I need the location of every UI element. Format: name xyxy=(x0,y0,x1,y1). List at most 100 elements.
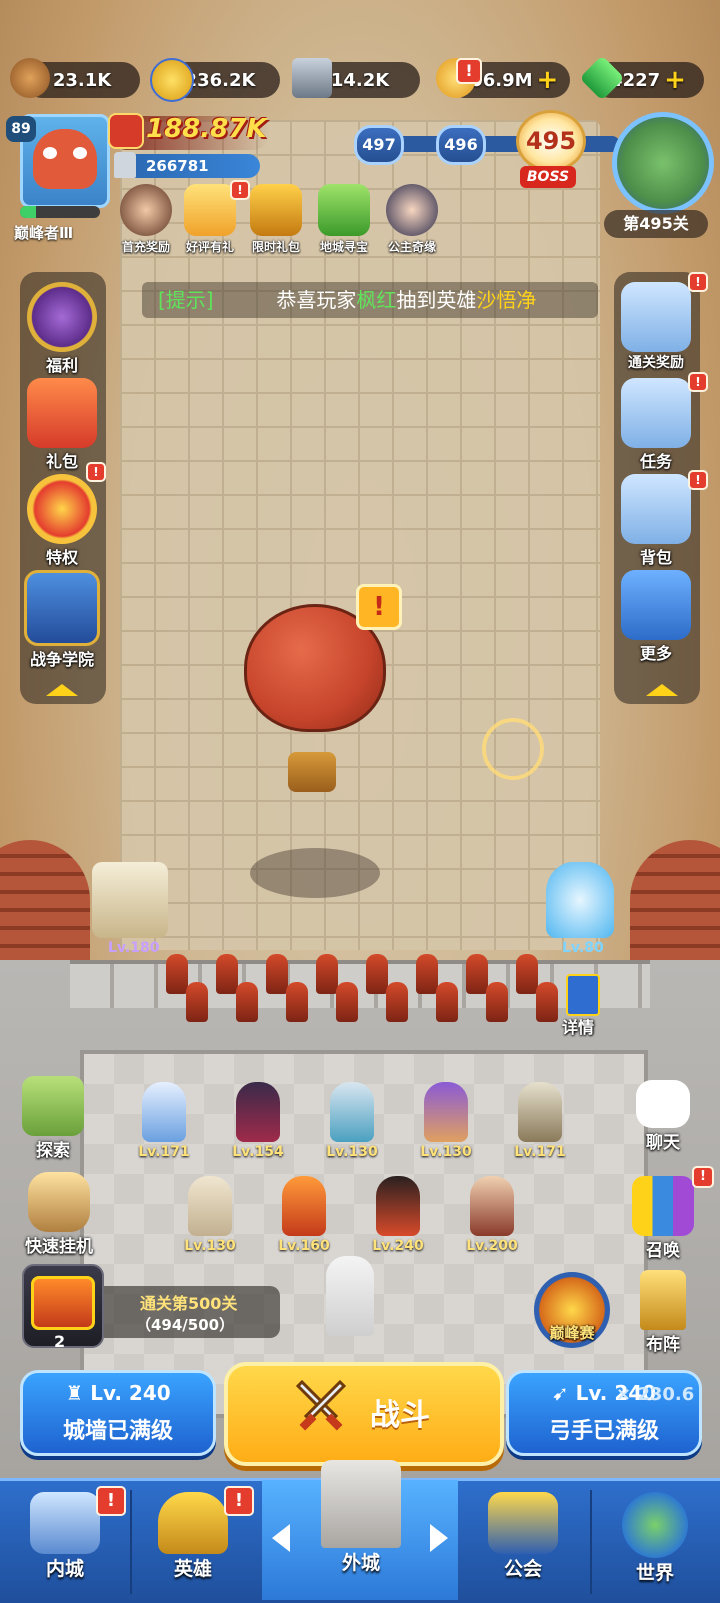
hero-figure xyxy=(470,1176,514,1236)
gold-plus-icon[interactable]: + xyxy=(537,65,559,95)
soldier xyxy=(386,982,408,1022)
crossed-swords-icon xyxy=(295,1379,347,1431)
backpack-icon xyxy=(621,474,691,544)
hero-slot[interactable]: Lv.160 xyxy=(264,1176,344,1260)
rank-progress-fill xyxy=(20,206,36,218)
hero-figure xyxy=(424,1082,468,1142)
princess-icon xyxy=(386,184,438,236)
soldier xyxy=(516,954,538,994)
clear-reward-title: 通关第500关 xyxy=(140,1294,238,1313)
wall-upgrade-button[interactable]: ♜ Lv. 240 城墙已满级 xyxy=(20,1370,216,1456)
archer-upgrade-button[interactable]: ➹ Lv. 240 弓手已满级 xyxy=(506,1370,702,1456)
left-collapse-chevron[interactable] xyxy=(46,684,78,696)
privilege-badge: ! xyxy=(86,462,106,482)
details-label[interactable]: 详情 xyxy=(562,1014,594,1038)
helmet-icon xyxy=(158,1492,228,1554)
hero-figure xyxy=(236,1082,280,1142)
power-value: 188.87K xyxy=(146,114,267,144)
book-tower[interactable] xyxy=(92,862,168,938)
hero-slot[interactable]: Lv.200 xyxy=(452,1176,532,1260)
hero-slot[interactable]: Lv.154 xyxy=(218,1082,298,1166)
hero-figure xyxy=(282,1176,326,1236)
nav-prev-arrow[interactable] xyxy=(272,1524,290,1552)
menu-welfare[interactable]: 福利 xyxy=(22,282,102,376)
gem-plus-icon[interactable]: + xyxy=(664,65,686,95)
gold-alert-badge: ! xyxy=(456,58,482,84)
summon-button[interactable]: 召唤 xyxy=(618,1176,708,1261)
nav-world[interactable]: 世界 xyxy=(590,1482,720,1600)
hero-slot[interactable]: Lv.171 xyxy=(124,1082,204,1166)
quests-badge: ! xyxy=(688,372,708,392)
details-banner-icon[interactable] xyxy=(566,974,600,1016)
explore-button[interactable]: 探索 xyxy=(8,1076,98,1161)
castle-icon: ♜ xyxy=(65,1381,91,1405)
formation-button[interactable]: 布阵 xyxy=(618,1270,708,1355)
announcement-marquee: [提示] 恭喜玩家枫红抽到英雄沙悟净 xyxy=(142,282,598,318)
iron-icon xyxy=(292,58,332,98)
event-dungeon-treasure[interactable]: 地城寻宝 xyxy=(314,184,374,255)
summon-badge: ! xyxy=(692,1166,714,1188)
treasure-chest-icon xyxy=(31,1276,95,1330)
world-map-button[interactable] xyxy=(612,112,714,214)
key-icon xyxy=(318,184,370,236)
score-bar[interactable]: 266781 xyxy=(120,154,260,178)
hero-slot[interactable]: Lv.240 xyxy=(358,1176,438,1260)
boss-stage-current[interactable]: 495 xyxy=(516,110,586,172)
hero-figure xyxy=(518,1082,562,1142)
quick-idle-button[interactable]: 快速挂机 xyxy=(14,1172,104,1257)
archer-status: 弓手已满级 xyxy=(548,1419,659,1444)
peak-arena-label: 巅峰赛 xyxy=(549,1324,595,1342)
hero-slot[interactable]: Lv.130 xyxy=(170,1176,250,1260)
right-collapse-chevron[interactable] xyxy=(646,684,678,696)
soldier xyxy=(536,982,558,1022)
balloon-basket xyxy=(288,752,336,792)
soldier xyxy=(316,954,338,994)
map-explore-icon xyxy=(22,1076,84,1136)
menu-backpack[interactable]: 背包 xyxy=(616,474,696,568)
cards-icon xyxy=(632,1176,694,1236)
balloon-shadow xyxy=(250,848,380,898)
chest-count: 2 xyxy=(54,1332,66,1351)
right-tower-level: Lv.80 xyxy=(562,940,604,956)
soldier xyxy=(416,954,438,994)
menu-clear-reward[interactable]: 通关奖励 xyxy=(616,282,696,372)
hero-slot[interactable]: Lv.130 xyxy=(406,1082,486,1166)
nav-guild[interactable]: 公会 xyxy=(458,1482,588,1600)
chat-button[interactable]: 聊天 xyxy=(618,1080,708,1153)
rank-progress-bar xyxy=(20,206,100,218)
ice-tower[interactable] xyxy=(546,862,614,938)
menu-privilege[interactable]: 特权 xyxy=(22,474,102,568)
plus-icon xyxy=(621,570,691,640)
event-limited-pack[interactable]: 限时礼包 xyxy=(246,184,306,255)
event-first-charge[interactable]: 首充奖励 xyxy=(116,184,176,255)
peak-arena-button[interactable]: 巅峰赛 xyxy=(534,1272,610,1348)
scroll-icon xyxy=(621,378,691,448)
player-level: 89 xyxy=(6,116,36,142)
wood-icon xyxy=(10,58,50,98)
hero-figure xyxy=(142,1082,186,1142)
menu-quests[interactable]: 任务 xyxy=(616,378,696,472)
nav-outer-city[interactable]: 外城 xyxy=(296,1450,426,1574)
hero-slot[interactable]: Lv.130 xyxy=(312,1082,392,1166)
castle-icon xyxy=(30,1492,100,1554)
crossed-swords-icon xyxy=(24,570,100,646)
hero-figure xyxy=(376,1176,420,1236)
hero-slot[interactable]: Lv.171 xyxy=(500,1082,580,1166)
review-gift-icon xyxy=(184,184,236,236)
nav-next-arrow[interactable] xyxy=(430,1524,448,1552)
target-ring xyxy=(482,718,544,780)
menu-gift[interactable]: 礼包 xyxy=(22,378,102,472)
crown-pack-icon xyxy=(250,184,302,236)
wall-status: 城墙已满级 xyxy=(62,1419,173,1444)
balloon-alert-icon[interactable]: ! xyxy=(356,584,402,630)
clear-reward-progress: （494/500） xyxy=(136,1316,235,1334)
heroes-badge: ! xyxy=(224,1486,254,1516)
menu-war-academy[interactable]: 战争学院 xyxy=(22,570,102,670)
chat-bubble-icon xyxy=(636,1080,690,1128)
event-princess[interactable]: 公主奇缘 xyxy=(382,184,442,255)
inner-city-badge: ! xyxy=(96,1486,126,1516)
castle-wall xyxy=(70,960,650,1008)
menu-more[interactable]: 更多 xyxy=(616,570,696,664)
globe-icon xyxy=(622,1492,688,1558)
rank-title: 巅峰者Ⅲ xyxy=(14,224,74,242)
